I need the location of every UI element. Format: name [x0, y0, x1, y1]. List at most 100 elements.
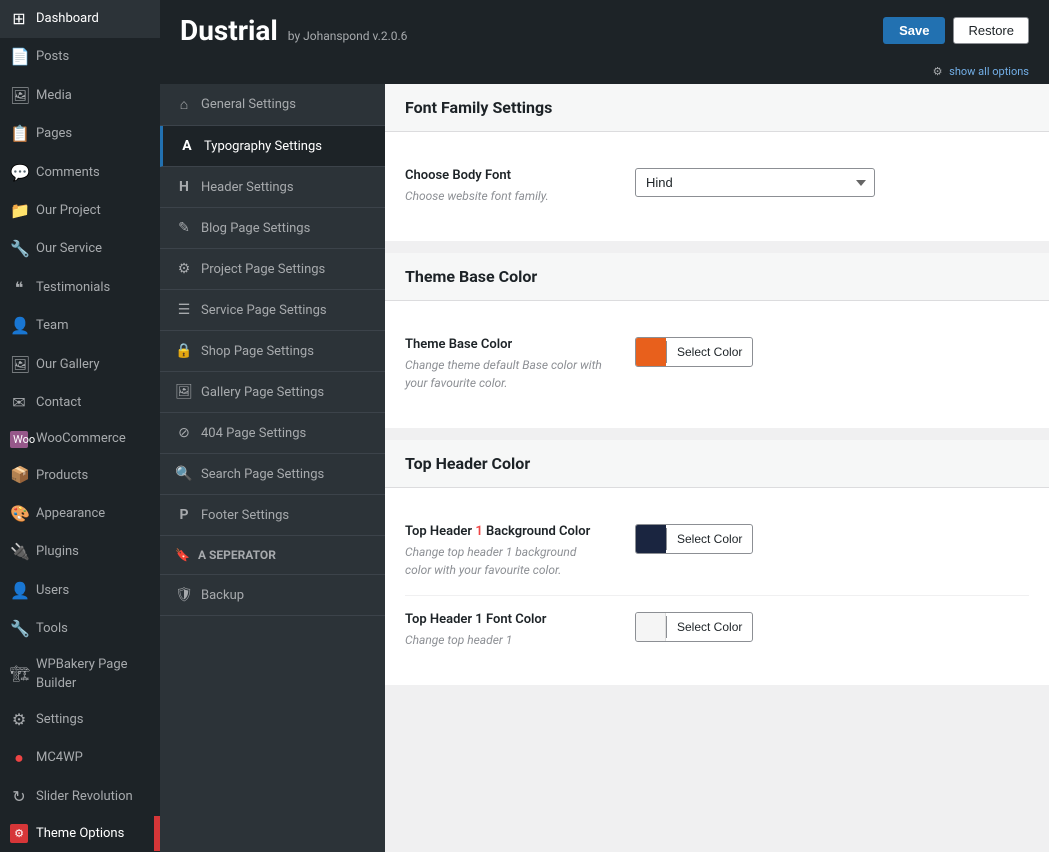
nav-label: 404 Page Settings [201, 426, 306, 441]
nav-label: Search Page Settings [201, 467, 324, 482]
project-settings-icon: ⚙ [175, 261, 193, 277]
search-settings-icon: 🔍 [175, 466, 193, 482]
sidebar-item-label: Pages [36, 125, 150, 143]
nav-backup[interactable]: 🛡 Backup [160, 575, 385, 616]
nav-search-page-settings[interactable]: 🔍 Search Page Settings [160, 454, 385, 495]
sidebar-item-users[interactable]: 👤 Users [0, 572, 160, 610]
top-header-font-desc: Change top header 1 [405, 631, 605, 649]
nav-general-settings[interactable]: ⌂ General Settings [160, 84, 385, 126]
show-options-icon: ⚙ [933, 65, 943, 78]
sidebar-item-wpbakery[interactable]: 🏗 WPBakery Page Builder [0, 648, 160, 700]
sidebar-item-label: Tools [36, 620, 150, 638]
body-font-select[interactable]: Hind Roboto Open Sans Lato Montserrat Ra… [635, 168, 875, 197]
dashboard-icon: ⊞ [10, 8, 28, 30]
sidebar-item-pages[interactable]: 📋 Pages [0, 115, 160, 153]
nav-label: Project Page Settings [201, 262, 325, 277]
sidebar-item-contact[interactable]: ✉ Contact [0, 384, 160, 422]
top-header-font-select-button[interactable]: Select Color [666, 616, 752, 638]
save-button[interactable]: Save [883, 17, 945, 44]
top-header-bg-swatch [636, 525, 666, 553]
nav-gallery-page-settings[interactable]: 🖼 Gallery Page Settings [160, 372, 385, 413]
show-all-options-link[interactable]: show all options [949, 65, 1029, 78]
nav-service-page-settings[interactable]: ☰ Service Page Settings [160, 290, 385, 331]
nav-shop-page-settings[interactable]: 🔒 Shop Page Settings [160, 331, 385, 372]
theme-base-color-picker[interactable]: Select Color [635, 337, 753, 367]
top-header-color-title: Top Header Color [405, 454, 1029, 473]
theme-base-color-body: Theme Base Color Change theme default Ba… [385, 301, 1049, 428]
sidebar-item-theme-options[interactable]: ⚙ Theme Options [0, 816, 160, 851]
users-icon: 👤 [10, 580, 28, 602]
theme-header-right: Save Restore [883, 17, 1029, 44]
top-header-color-header: Top Header Color [385, 440, 1049, 488]
sidebar-item-plugins[interactable]: 🔌 Plugins [0, 533, 160, 571]
font-family-section: Font Family Settings Choose Body Font Ch… [385, 84, 1049, 241]
nav-label: Header Settings [201, 180, 294, 195]
sidebar-item-tools[interactable]: 🔧 Tools [0, 610, 160, 648]
sidebar-item-label: Media [36, 87, 150, 105]
top-header-font-control: Select Color [635, 612, 1029, 642]
nav-label: Service Page Settings [201, 303, 327, 318]
theme-header-left: Dustrial by Johanspond v.2.0.6 [180, 14, 407, 47]
sidebar-item-slider-revolution[interactable]: ↻ Slider Revolution [0, 778, 160, 816]
our-gallery-icon: 🖼 [10, 354, 28, 376]
404-settings-icon: ⊘ [175, 425, 193, 441]
nav-header-settings[interactable]: H Header Settings [160, 167, 385, 208]
gallery-settings-icon: 🖼 [175, 384, 193, 400]
choose-body-font-control: Hind Roboto Open Sans Lato Montserrat Ra… [635, 168, 1029, 197]
sidebar-item-products[interactable]: 📦 Products [0, 456, 160, 494]
nav-footer-settings[interactable]: P Footer Settings [160, 495, 385, 536]
sidebar-item-comments[interactable]: 💬 Comments [0, 154, 160, 192]
theme-options-icon: ⚙ [10, 824, 28, 843]
sidebar-item-mc4wp[interactable]: ● MC4WP [0, 739, 160, 777]
nav-blog-page-settings[interactable]: ✎ Blog Page Settings [160, 208, 385, 249]
sidebar-item-team[interactable]: 👤 Team [0, 307, 160, 345]
wp-admin-sidebar: ⊞ Dashboard 📄 Posts 🖼 Media 📋 Pages 💬 Co… [0, 0, 160, 852]
theme-subtitle: by Johanspond v.2.0.6 [288, 29, 408, 43]
sidebar-item-label: WooCommerce [36, 430, 150, 448]
top-header-bg-color-row: Top Header 1 Background Color Change top… [405, 508, 1029, 596]
sidebar-item-label: Dashboard [36, 10, 150, 28]
comments-icon: 💬 [10, 162, 28, 184]
sidebar-item-label: Our Gallery [36, 356, 150, 374]
choose-body-font-row: Choose Body Font Choose website font fam… [405, 152, 1029, 221]
sidebar-item-woocommerce[interactable]: Woo WooCommerce [0, 422, 160, 456]
nav-project-page-settings[interactable]: ⚙ Project Page Settings [160, 249, 385, 290]
nav-404-page-settings[interactable]: ⊘ 404 Page Settings [160, 413, 385, 454]
sidebar-item-our-service[interactable]: 🔧 Our Service [0, 230, 160, 268]
sidebar-item-media[interactable]: 🖼 Media [0, 77, 160, 115]
nav-label: Blog Page Settings [201, 221, 310, 236]
nav-label: Typography Settings [204, 139, 322, 154]
nav-label: Backup [201, 588, 244, 603]
sidebar-item-dashboard[interactable]: ⊞ Dashboard [0, 0, 160, 38]
nav-typography-settings[interactable]: A Typography Settings [160, 126, 385, 167]
settings-icon: ⚙ [10, 709, 28, 731]
footer-settings-icon: P [175, 507, 193, 523]
choose-body-font-desc: Choose website font family. [405, 187, 605, 205]
top-header-bg-label-col: Top Header 1 Background Color Change top… [405, 524, 605, 579]
nav-label: Footer Settings [201, 508, 289, 523]
sidebar-item-our-project[interactable]: 📁 Our Project [0, 192, 160, 230]
sidebar-item-settings[interactable]: ⚙ Settings [0, 701, 160, 739]
sidebar-item-label: Team [36, 317, 150, 335]
sidebar-item-label: Theme Options [36, 825, 147, 843]
sidebar-item-our-gallery[interactable]: 🖼 Our Gallery [0, 346, 160, 384]
sidebar-item-label: Testimonials [36, 279, 150, 297]
sidebar-item-label: Contact [36, 394, 150, 412]
choose-body-font-label-col: Choose Body Font Choose website font fam… [405, 168, 605, 205]
separator-icon: 🔖 [175, 548, 190, 562]
theme-base-color-select-button[interactable]: Select Color [666, 341, 752, 363]
top-header-font-color-picker[interactable]: Select Color [635, 612, 753, 642]
sidebar-item-label: Settings [36, 711, 150, 729]
sidebar-item-posts[interactable]: 📄 Posts [0, 38, 160, 76]
sidebar-item-appearance[interactable]: 🎨 Appearance [0, 495, 160, 533]
sidebar-item-testimonials[interactable]: ❝ Testimonials [0, 269, 160, 307]
nav-label: Gallery Page Settings [201, 385, 324, 400]
theme-base-color-header: Theme Base Color [385, 253, 1049, 301]
top-header-bg-select-button[interactable]: Select Color [666, 528, 752, 550]
restore-button[interactable]: Restore [953, 17, 1029, 44]
nav-label: Shop Page Settings [201, 344, 314, 359]
contact-icon: ✉ [10, 392, 28, 414]
top-header-bg-control: Select Color [635, 524, 1029, 554]
settings-content: Font Family Settings Choose Body Font Ch… [385, 84, 1049, 852]
top-header-bg-color-picker[interactable]: Select Color [635, 524, 753, 554]
